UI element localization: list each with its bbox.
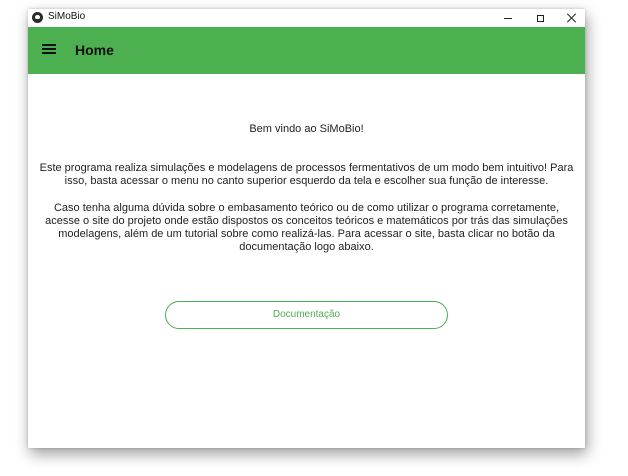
window-title: SiMoBio [48, 11, 86, 22]
title-bar[interactable]: SiMoBio [28, 9, 585, 27]
app-logo-icon [32, 12, 43, 23]
intro-paragraph: Este programa realiza simulações e model… [39, 162, 574, 187]
hamburger-menu-icon[interactable] [42, 43, 56, 55]
minimize-icon [504, 17, 512, 19]
page-title: Home [75, 42, 114, 58]
close-button[interactable] [556, 9, 585, 27]
documentation-button[interactable]: Documentação [165, 301, 448, 329]
maximize-button[interactable] [524, 9, 556, 27]
welcome-text: Bem vindo ao SiMoBio! [249, 123, 364, 135]
maximize-icon [536, 14, 544, 22]
close-icon [567, 13, 577, 23]
help-paragraph: Caso tenha alguma dúvida sobre o embasam… [45, 202, 568, 253]
minimize-button[interactable] [492, 9, 524, 27]
app-window: SiMoBio Home Bem vindo ao SiMoBio! Este … [28, 9, 585, 448]
app-bar: Home [28, 27, 585, 74]
